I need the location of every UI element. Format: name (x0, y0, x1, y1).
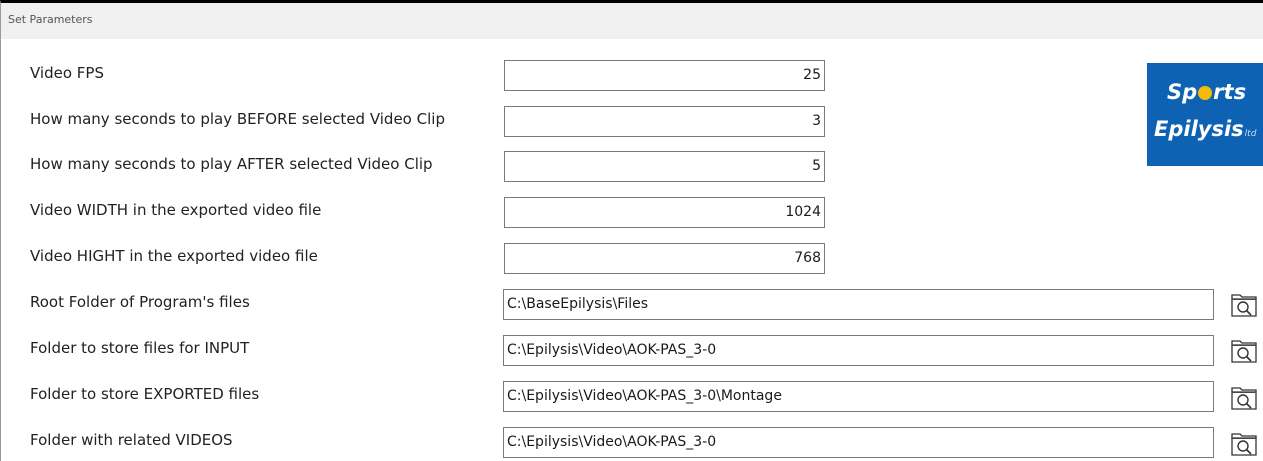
video-width-label: Video WIDTH in the exported video file (30, 201, 322, 219)
seconds-before-label: How many seconds to play BEFORE selected… (30, 110, 445, 128)
window-title: Set Parameters (8, 13, 93, 26)
input-folder-input[interactable]: C:\Epilysis\Video\AOK-PAS_3-0 (503, 335, 1214, 366)
logo-text-rts: rts (1213, 80, 1247, 104)
exported-folder-input[interactable]: C:\Epilysis\Video\AOK-PAS_3-0\Montage (503, 381, 1214, 412)
title-bar: Set Parameters (1, 3, 1263, 39)
logo-text-epilysis: Epilysis (1154, 117, 1244, 141)
logo-line-1: Sp rts (1167, 80, 1246, 104)
folder-search-icon[interactable] (1230, 384, 1258, 412)
video-height-label: Video HIGHT in the exported video file (30, 247, 318, 265)
root-folder-label: Root Folder of Program's files (30, 293, 250, 311)
videos-folder-label: Folder with related VIDEOS (30, 431, 233, 449)
seconds-after-label: How many seconds to play AFTER selected … (30, 155, 433, 173)
logo-line-2: Epilysisltd (1154, 117, 1256, 146)
ball-icon (1198, 86, 1213, 100)
video-fps-input[interactable]: 25 (504, 60, 825, 91)
videos-folder-input[interactable]: C:\Epilysis\Video\AOK-PAS_3-0 (503, 427, 1214, 458)
video-width-input[interactable]: 1024 (504, 197, 825, 228)
logo-suffix: ltd (1244, 129, 1257, 139)
set-parameters-window: Set Parameters Video FPS 25 How many sec… (0, 0, 1263, 461)
root-folder-input[interactable]: C:\BaseEpilysis\Files (503, 289, 1214, 320)
sports-epilysis-logo: Sp rts Epilysisltd (1147, 63, 1263, 166)
folder-search-icon[interactable] (1230, 430, 1258, 458)
folder-search-icon[interactable] (1230, 337, 1258, 365)
seconds-after-input[interactable]: 5 (504, 151, 825, 182)
video-height-input[interactable]: 768 (504, 243, 825, 274)
seconds-before-input[interactable]: 3 (504, 106, 825, 137)
folder-search-icon[interactable] (1230, 291, 1258, 319)
input-folder-label: Folder to store files for INPUT (30, 339, 250, 357)
logo-text-sp: Sp (1167, 80, 1198, 104)
exported-folder-label: Folder to store EXPORTED files (30, 385, 260, 403)
video-fps-label: Video FPS (30, 64, 104, 82)
